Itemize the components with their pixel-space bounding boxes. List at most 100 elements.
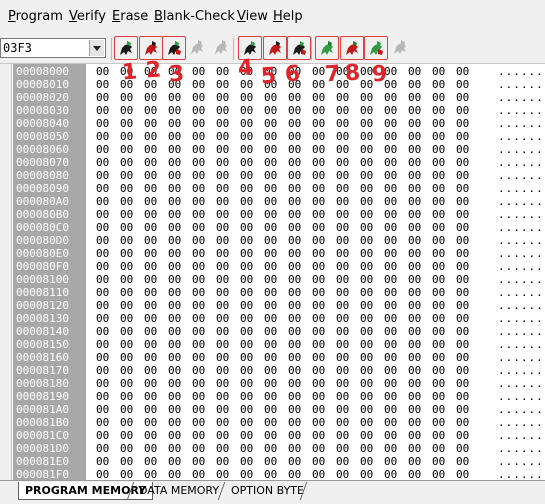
byte-cell[interactable]: 00 bbox=[360, 170, 373, 182]
byte-cell[interactable]: 00 bbox=[192, 183, 205, 195]
byte-cell[interactable]: 00 bbox=[408, 66, 421, 78]
byte-cell[interactable]: 00 bbox=[168, 339, 181, 351]
byte-cell[interactable]: 00 bbox=[192, 417, 205, 429]
byte-cell[interactable]: 00 bbox=[312, 430, 325, 442]
byte-cell[interactable]: 00 bbox=[288, 456, 301, 468]
byte-cell[interactable]: 00 bbox=[144, 118, 157, 130]
byte-cell[interactable]: 00 bbox=[408, 287, 421, 299]
byte-cell[interactable]: 00 bbox=[312, 456, 325, 468]
byte-cell[interactable]: 00 bbox=[432, 261, 445, 273]
byte-cell[interactable]: 00 bbox=[408, 79, 421, 91]
byte-cell[interactable]: 00 bbox=[216, 365, 229, 377]
byte-cell[interactable]: 00 bbox=[408, 183, 421, 195]
byte-cell[interactable]: 00 bbox=[216, 248, 229, 260]
byte-cell[interactable]: 00 bbox=[456, 365, 469, 377]
byte-cell[interactable]: 00 bbox=[312, 274, 325, 286]
byte-cell[interactable]: 00 bbox=[216, 339, 229, 351]
verify-dual-button[interactable] bbox=[287, 36, 311, 60]
byte-cell[interactable]: 00 bbox=[336, 261, 349, 273]
byte-cell[interactable]: 00 bbox=[240, 391, 253, 403]
byte-cell[interactable]: 00 bbox=[120, 352, 133, 364]
byte-cell[interactable]: 00 bbox=[96, 274, 109, 286]
byte-cell[interactable]: 00 bbox=[360, 469, 373, 481]
program-disabled-button-1[interactable] bbox=[186, 36, 210, 60]
byte-cell[interactable]: 00 bbox=[192, 300, 205, 312]
byte-cell[interactable]: 00 bbox=[120, 378, 133, 390]
byte-cell[interactable]: 00 bbox=[240, 339, 253, 351]
byte-cell[interactable]: 00 bbox=[408, 144, 421, 156]
byte-cell[interactable]: 00 bbox=[192, 144, 205, 156]
byte-cell[interactable]: 00 bbox=[120, 417, 133, 429]
byte-cell[interactable]: 00 bbox=[288, 92, 301, 104]
byte-cell[interactable]: 00 bbox=[432, 287, 445, 299]
byte-cell[interactable]: 00 bbox=[288, 430, 301, 442]
byte-cell[interactable]: 00 bbox=[456, 300, 469, 312]
byte-cell[interactable]: 00 bbox=[96, 339, 109, 351]
byte-cell[interactable]: 00 bbox=[216, 118, 229, 130]
byte-cell[interactable]: 00 bbox=[336, 339, 349, 351]
byte-cell[interactable]: 00 bbox=[408, 443, 421, 455]
byte-cell[interactable]: 00 bbox=[144, 469, 157, 481]
byte-cell[interactable]: 00 bbox=[312, 170, 325, 182]
byte-cell[interactable]: 00 bbox=[336, 118, 349, 130]
byte-cell[interactable]: 00 bbox=[264, 235, 277, 247]
byte-cell[interactable]: 00 bbox=[240, 92, 253, 104]
byte-cell[interactable]: 00 bbox=[288, 326, 301, 338]
byte-cell[interactable]: 00 bbox=[264, 274, 277, 286]
byte-cell[interactable]: 00 bbox=[336, 235, 349, 247]
byte-cell[interactable]: 00 bbox=[96, 469, 109, 481]
byte-cell[interactable]: 00 bbox=[432, 274, 445, 286]
byte-cell[interactable]: 00 bbox=[264, 456, 277, 468]
byte-cell[interactable]: 00 bbox=[120, 404, 133, 416]
byte-cell[interactable]: 00 bbox=[144, 222, 157, 234]
byte-cell[interactable]: 00 bbox=[120, 365, 133, 377]
byte-cell[interactable]: 00 bbox=[360, 222, 373, 234]
erase-selection-button[interactable] bbox=[340, 36, 364, 60]
byte-cell[interactable]: 00 bbox=[216, 157, 229, 169]
byte-cell[interactable]: 00 bbox=[192, 443, 205, 455]
byte-cell[interactable]: 00 bbox=[312, 287, 325, 299]
byte-cell[interactable]: 00 bbox=[360, 404, 373, 416]
byte-cell[interactable]: 00 bbox=[144, 391, 157, 403]
byte-cell[interactable]: 00 bbox=[408, 391, 421, 403]
byte-cell[interactable]: 00 bbox=[408, 235, 421, 247]
byte-cell[interactable]: 00 bbox=[192, 430, 205, 442]
byte-cell[interactable]: 00 bbox=[456, 222, 469, 234]
byte-cell[interactable]: 00 bbox=[456, 443, 469, 455]
byte-cell[interactable]: 00 bbox=[120, 313, 133, 325]
byte-cell[interactable]: 00 bbox=[192, 131, 205, 143]
byte-cell[interactable]: 00 bbox=[264, 430, 277, 442]
byte-cell[interactable]: 00 bbox=[120, 105, 133, 117]
byte-cell[interactable]: 00 bbox=[456, 209, 469, 221]
byte-cell[interactable]: 00 bbox=[168, 248, 181, 260]
byte-cell[interactable]: 00 bbox=[216, 209, 229, 221]
byte-cell[interactable]: 00 bbox=[360, 430, 373, 442]
byte-cell[interactable]: 00 bbox=[96, 92, 109, 104]
byte-cell[interactable]: 00 bbox=[288, 105, 301, 117]
byte-cell[interactable]: 00 bbox=[456, 144, 469, 156]
byte-cell[interactable]: 00 bbox=[312, 417, 325, 429]
byte-cell[interactable]: 00 bbox=[408, 170, 421, 182]
byte-cell[interactable]: 00 bbox=[432, 144, 445, 156]
byte-cell[interactable]: 00 bbox=[240, 365, 253, 377]
byte-cell[interactable]: 00 bbox=[456, 456, 469, 468]
byte-cell[interactable]: 00 bbox=[96, 378, 109, 390]
byte-cell[interactable]: 00 bbox=[432, 235, 445, 247]
byte-cell[interactable]: 00 bbox=[432, 183, 445, 195]
byte-cell[interactable]: 00 bbox=[408, 430, 421, 442]
byte-cell[interactable]: 00 bbox=[192, 170, 205, 182]
byte-cell[interactable]: 00 bbox=[96, 300, 109, 312]
byte-cell[interactable]: 00 bbox=[168, 417, 181, 429]
byte-cell[interactable]: 00 bbox=[120, 339, 133, 351]
byte-cell[interactable]: 00 bbox=[168, 222, 181, 234]
menu-erase[interactable]: Erase bbox=[112, 9, 148, 24]
byte-cell[interactable]: 00 bbox=[216, 352, 229, 364]
byte-cell[interactable]: 00 bbox=[264, 404, 277, 416]
byte-cell[interactable]: 00 bbox=[96, 196, 109, 208]
byte-cell[interactable]: 00 bbox=[144, 352, 157, 364]
byte-cell[interactable]: 00 bbox=[168, 261, 181, 273]
menu-view[interactable]: View bbox=[237, 9, 268, 24]
byte-cell[interactable]: 00 bbox=[384, 443, 397, 455]
byte-cell[interactable]: 00 bbox=[120, 300, 133, 312]
byte-cell[interactable]: 00 bbox=[240, 157, 253, 169]
